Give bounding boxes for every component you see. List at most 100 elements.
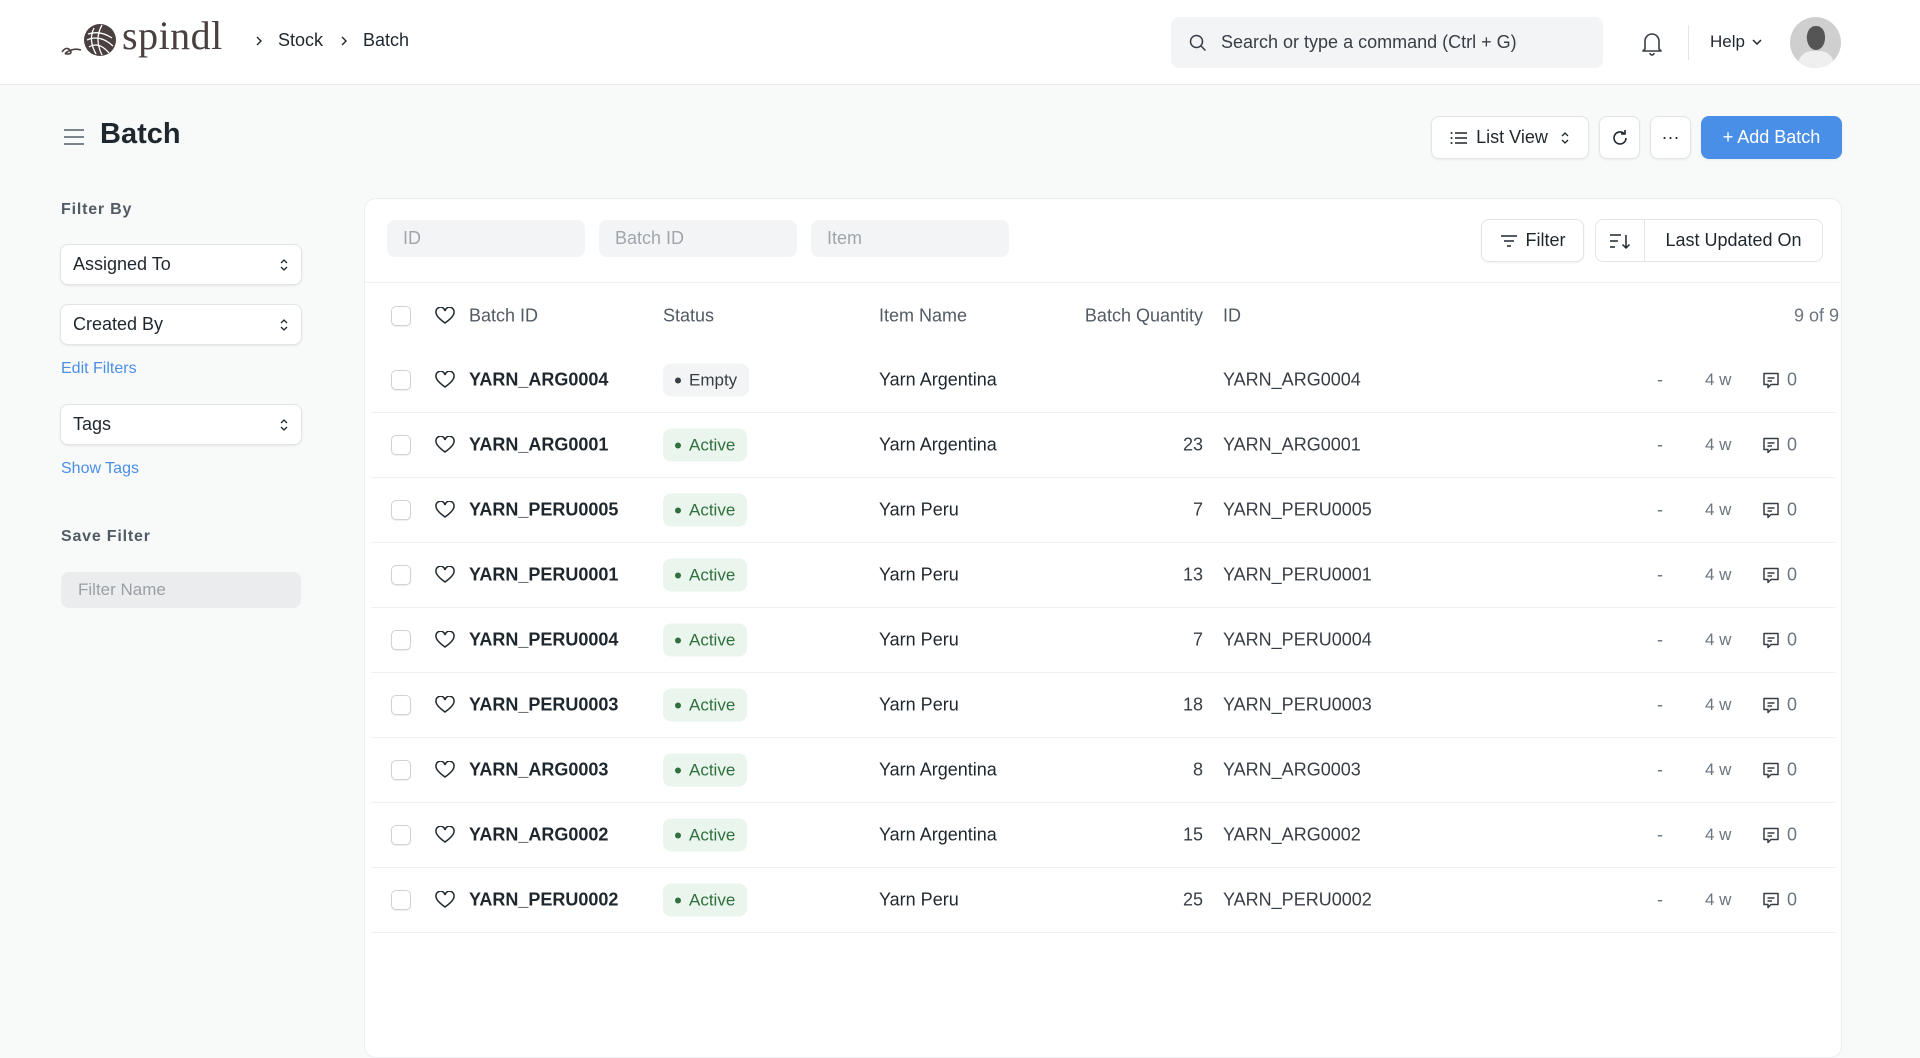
- comment-icon: [1763, 762, 1779, 778]
- show-tags-link[interactable]: Show Tags: [61, 460, 139, 478]
- list-row[interactable]: YARN_ARG0002 Active Yarn Argentina 15 YA…: [371, 803, 1835, 868]
- comment-count-value: 0: [1787, 434, 1798, 455]
- list-row[interactable]: YARN_PERU0004 Active Yarn Peru 7 YARN_PE…: [371, 608, 1835, 673]
- more-icon: ···: [1661, 127, 1680, 147]
- comment-count[interactable]: 0: [1761, 435, 1797, 456]
- status-text: Empty: [689, 370, 738, 389]
- notification-bell-icon[interactable]: [1640, 30, 1664, 56]
- comment-count[interactable]: 0: [1761, 500, 1797, 521]
- filter-button[interactable]: Filter: [1481, 219, 1584, 262]
- sort-by-button[interactable]: Last Updated On: [1645, 230, 1822, 251]
- heart-icon[interactable]: [435, 306, 455, 325]
- refresh-button[interactable]: [1599, 116, 1640, 159]
- list-row[interactable]: YARN_PERU0003 Active Yarn Peru 18 YARN_P…: [371, 673, 1835, 738]
- heart-icon[interactable]: [435, 436, 455, 454]
- tags-filter[interactable]: Tags: [60, 404, 302, 445]
- batch-quantity: 8: [1192, 759, 1203, 780]
- item-name: Yarn Peru: [879, 564, 959, 585]
- heart-icon[interactable]: [435, 891, 455, 909]
- sidebar-toggle-icon[interactable]: [63, 127, 85, 147]
- column-id[interactable]: ID: [1223, 305, 1241, 326]
- assigned-to-value: -: [1657, 759, 1663, 780]
- column-batch-id[interactable]: Batch ID: [469, 305, 538, 326]
- column-status[interactable]: Status: [663, 305, 714, 326]
- comment-count[interactable]: 0: [1761, 695, 1797, 716]
- row-checkbox[interactable]: [391, 565, 411, 585]
- comment-count[interactable]: 0: [1761, 890, 1797, 911]
- comment-count[interactable]: 0: [1761, 370, 1797, 391]
- batch-id-link[interactable]: YARN_PERU0003: [469, 695, 618, 716]
- row-checkbox[interactable]: [391, 435, 411, 455]
- row-checkbox[interactable]: [391, 370, 411, 390]
- more-actions-button[interactable]: ···: [1650, 116, 1691, 159]
- list-card: Filter Last Updated On Batch ID Status I…: [364, 198, 1842, 1058]
- search-bar[interactable]: [1171, 17, 1603, 68]
- batch-id-link[interactable]: YARN_PERU0004: [469, 630, 618, 651]
- list-row[interactable]: YARN_PERU0001 Active Yarn Peru 13 YARN_P…: [371, 543, 1835, 608]
- status-dot: [675, 442, 681, 448]
- search-input[interactable]: [1221, 32, 1581, 53]
- avatar-shirt: [1798, 51, 1834, 68]
- brand-logo[interactable]: spindl: [60, 16, 223, 58]
- select-all-checkbox[interactable]: [391, 305, 411, 326]
- page-title: Batch: [100, 118, 181, 150]
- comment-count[interactable]: 0: [1761, 760, 1797, 781]
- add-batch-button[interactable]: + Add Batch: [1701, 116, 1842, 159]
- heart-icon[interactable]: [435, 826, 455, 844]
- batch-id-link[interactable]: YARN_ARG0004: [469, 370, 608, 391]
- refresh-icon: [1612, 129, 1627, 145]
- filter-label: Filter: [1525, 230, 1566, 250]
- column-item-name[interactable]: Item Name: [879, 305, 967, 326]
- batch-id-link[interactable]: YARN_PERU0001: [469, 565, 618, 586]
- heart-icon[interactable]: [435, 371, 455, 389]
- row-checkbox[interactable]: [391, 500, 411, 520]
- heart-icon[interactable]: [435, 631, 455, 649]
- batch-id-link[interactable]: YARN_ARG0002: [469, 825, 608, 846]
- edit-filters-link[interactable]: Edit Filters: [61, 360, 137, 378]
- filter-name-input[interactable]: [61, 572, 301, 608]
- created-by-filter[interactable]: Created By: [60, 304, 302, 345]
- row-checkbox[interactable]: [391, 630, 411, 650]
- row-checkbox[interactable]: [391, 760, 411, 780]
- list-row[interactable]: YARN_PERU0005 Active Yarn Peru 7 YARN_PE…: [371, 478, 1835, 543]
- chevron-right-icon: [341, 36, 348, 45]
- comment-count[interactable]: 0: [1761, 630, 1797, 651]
- row-checkbox[interactable]: [391, 825, 411, 845]
- comment-count[interactable]: 0: [1761, 565, 1797, 586]
- batch-id-link[interactable]: YARN_PERU0002: [469, 890, 618, 911]
- list-row[interactable]: YARN_ARG0001 Active Yarn Argentina 23 YA…: [371, 413, 1835, 478]
- row-checkbox[interactable]: [391, 695, 411, 715]
- modified-time: 4 w: [1705, 760, 1732, 779]
- row-checkbox[interactable]: [391, 890, 411, 910]
- select-arrows-icon: [280, 418, 288, 431]
- sort-direction-button[interactable]: [1596, 220, 1645, 261]
- list-row[interactable]: YARN_ARG0003 Active Yarn Argentina 8 YAR…: [371, 738, 1835, 803]
- comment-count[interactable]: 0: [1761, 825, 1797, 846]
- avatar-head: [1807, 26, 1825, 50]
- heart-icon[interactable]: [435, 566, 455, 584]
- batch-id-filter-input[interactable]: [599, 220, 797, 257]
- batch-quantity: 13: [1182, 564, 1203, 585]
- record-id: YARN_ARG0001: [1223, 434, 1361, 455]
- item-filter-input[interactable]: [811, 220, 1009, 257]
- batch-id-link[interactable]: YARN_ARG0003: [469, 760, 608, 781]
- heart-icon[interactable]: [435, 696, 455, 714]
- list-row[interactable]: YARN_PERU0002 Active Yarn Peru 25 YARN_P…: [371, 868, 1835, 933]
- list-view-switcher[interactable]: List View: [1431, 116, 1589, 159]
- column-batch-quantity[interactable]: Batch Quantity: [1071, 305, 1203, 326]
- id-filter-input[interactable]: [387, 220, 585, 257]
- breadcrumb-stock[interactable]: Stock: [278, 30, 323, 51]
- status-text: Active: [689, 565, 736, 584]
- help-dropdown[interactable]: Help: [1710, 32, 1763, 52]
- assigned-to-filter[interactable]: Assigned To: [60, 244, 302, 285]
- status-dot: [675, 897, 681, 903]
- status-text: Active: [689, 695, 736, 714]
- batch-id-link[interactable]: YARN_ARG0001: [469, 435, 608, 456]
- status-dot: [675, 637, 681, 643]
- breadcrumb-batch[interactable]: Batch: [363, 30, 409, 51]
- heart-icon[interactable]: [435, 761, 455, 779]
- list-row[interactable]: YARN_ARG0004 Empty Yarn Argentina YARN_A…: [371, 348, 1835, 413]
- user-avatar[interactable]: [1790, 17, 1841, 68]
- batch-id-link[interactable]: YARN_PERU0005: [469, 500, 618, 521]
- heart-icon[interactable]: [435, 501, 455, 519]
